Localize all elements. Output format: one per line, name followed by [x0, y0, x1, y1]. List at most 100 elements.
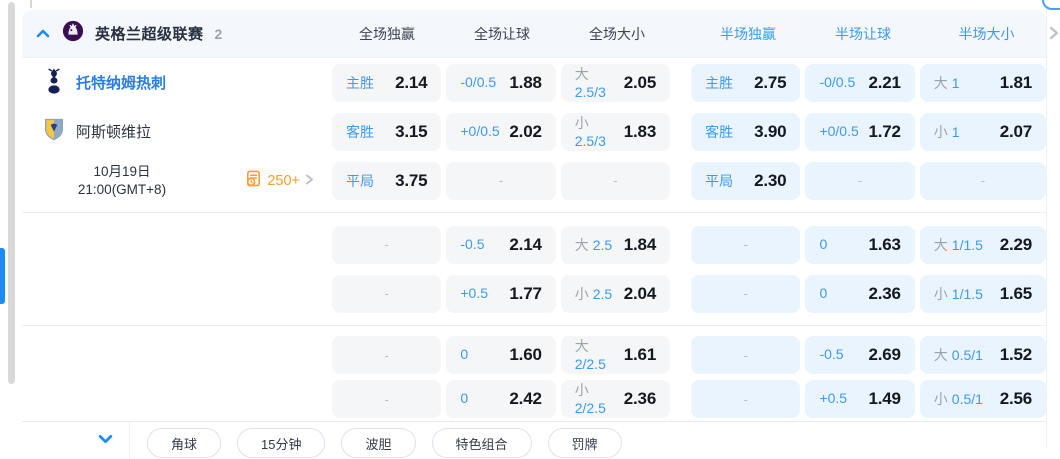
odds-cell[interactable]: +0.5 1.49 — [805, 380, 915, 418]
odds-value: 3.75 — [395, 170, 428, 190]
market-tab-3[interactable]: 波胆 — [341, 428, 416, 458]
odds-cell[interactable]: 小2.5/3 1.83 — [560, 112, 671, 151]
odds-selection-label: +0.5 — [460, 284, 488, 301]
odds-body: 托特纳姆热刺 主胜 2.14 -0/0.5 1.88 大2.5/3 2.05 主胜 2.75 -0… — [22, 58, 1047, 421]
odds-cell[interactable]: 小2/2.5 2.36 — [560, 380, 671, 418]
odds-selection-label: 大2/2.5 — [574, 338, 606, 372]
odds-cell[interactable]: 0 2.36 — [805, 274, 915, 313]
column-header-2: 全场让球 — [474, 25, 530, 42]
dash: - — [498, 173, 504, 188]
odds-selection-label: 主胜 — [346, 74, 374, 91]
away-team-name[interactable]: 阿斯顿维拉 — [76, 121, 151, 142]
odds-cell[interactable]: 小 1/1.5 1.65 — [919, 274, 1047, 313]
odds-value: 2.36 — [868, 283, 901, 303]
odds-selection-label: -0.5 — [460, 235, 485, 252]
odds-cell[interactable]: 大2/2.5 1.61 — [560, 336, 671, 374]
odds-cell[interactable]: 小 2.5 2.04 — [560, 274, 671, 313]
selected-chip-edge — [1042, 0, 1060, 10]
aston-villa-crest-icon — [44, 118, 64, 146]
league-header-left: 英格兰超级联赛 2 — [22, 20, 332, 47]
odds-selection-label: -0.5 — [819, 346, 844, 362]
chevron-right-icon — [305, 172, 314, 190]
odds-cell[interactable]: 小 0.5/1 2.56 — [919, 380, 1047, 418]
odds-cell[interactable]: 大 2.5 1.84 — [560, 225, 671, 264]
dash: - — [384, 237, 389, 252]
odds-cell[interactable]: 大 1 1.81 — [919, 63, 1047, 102]
market-tab-5[interactable]: 罚牌 — [547, 428, 622, 458]
odds-cell[interactable]: -0/0.5 1.88 — [446, 63, 556, 102]
scrollbar-thumb[interactable] — [8, 2, 15, 384]
odds-cell[interactable]: -0.5 2.69 — [805, 336, 915, 374]
odds-selection-label: -0/0.5 — [819, 73, 856, 90]
odds-selection-label: 大 2.5 — [574, 236, 613, 253]
league-header: 英格兰超级联赛 2 全场独赢 全场让球 全场大小 半场独赢 半场让球 半场大小 — [22, 10, 1046, 58]
league-name: 英格兰超级联赛 — [95, 26, 204, 43]
odds-value: 2.14 — [509, 234, 542, 254]
odds-selection-label: 客胜 — [705, 123, 734, 140]
odds-cell-empty: - — [691, 274, 801, 313]
odds-cell-empty: - — [332, 225, 442, 264]
odds-cell[interactable]: 平局 2.30 — [691, 161, 801, 200]
odds-cell[interactable]: 大2.5/3 2.05 — [560, 63, 671, 102]
odds-cell[interactable]: +0/0.5 1.72 — [805, 112, 915, 151]
column-headers: 全场独赢 全场让球 全场大小 半场独赢 半场让球 半场大小 — [332, 24, 1050, 44]
odds-cell[interactable]: 0 1.60 — [446, 336, 556, 374]
odds-cell[interactable]: 主胜 2.14 — [332, 63, 442, 102]
odds-cell[interactable]: 0 2.42 — [446, 380, 556, 418]
odds-row: 10月19日 21:00(GMT+8) 250+ 平局 3.75 - - 平局 2.30 - - — [22, 156, 1047, 205]
market-tab-1[interactable]: 角球 — [147, 428, 222, 458]
row-left-area: 托特纳姆热刺 — [22, 67, 332, 99]
odds-selection-label: 平局 — [705, 172, 734, 189]
market-tabs: 角球 15分钟 波胆 特色组合 罚牌 — [147, 422, 622, 458]
column-header-5: 半场让球 — [835, 25, 891, 42]
chevron-up-icon[interactable] — [35, 26, 51, 42]
dash: - — [743, 286, 748, 301]
odds-cell[interactable]: -0.5 2.14 — [446, 225, 556, 264]
odds-value: 2.21 — [868, 72, 901, 92]
chevron-down-icon[interactable] — [97, 430, 114, 447]
dash: - — [980, 173, 986, 188]
odds-cell[interactable]: 小 1 2.07 — [919, 112, 1047, 151]
odds-value: 1.65 — [999, 283, 1033, 303]
extra-markets-link[interactable]: 250+ — [245, 170, 314, 192]
odds-cell[interactable]: 平局 3.75 — [332, 161, 442, 200]
odds-cell[interactable]: 客胜 3.15 — [332, 112, 442, 151]
home-team-name[interactable]: 托特纳姆热刺 — [76, 72, 166, 93]
odds-selection-label: +0/0.5 — [460, 122, 500, 139]
market-tab-2[interactable]: 15分钟 — [237, 428, 326, 458]
odds-cell[interactable]: +0.5 1.77 — [446, 274, 556, 313]
league-panel: 英格兰超级联赛 2 全场独赢 全场让球 全场大小 半场独赢 半场让球 半场大小 托特纳姆热… — [22, 10, 1047, 459]
odds-value: 1.83 — [623, 121, 657, 141]
odds-selection-label: 大1 — [933, 74, 960, 91]
odds-cell[interactable]: 客胜 3.90 — [691, 112, 801, 151]
odds-selection-label: 小2/2.5 — [574, 382, 606, 416]
odds-row: 托特纳姆热刺 主胜 2.14 -0/0.5 1.88 大2.5/3 2.05 主胜 2.75 -0… — [22, 58, 1047, 107]
odds-value: 2.42 — [509, 389, 542, 408]
odds-cell[interactable]: +0/0.5 2.02 — [446, 112, 556, 151]
market-tab-4[interactable]: 特色组合 — [431, 428, 532, 458]
more-markets-bar: 角球 15分钟 波胆 特色组合 罚牌 — [22, 421, 1046, 459]
row-left-area: 阿斯顿维拉 — [22, 118, 332, 146]
odds-value: 2.07 — [999, 121, 1033, 141]
odds-value: 1.77 — [509, 283, 542, 303]
odds-selection-label: -0/0.5 — [460, 73, 497, 90]
row-left-area: 10月19日 21:00(GMT+8) 250+ — [22, 163, 332, 199]
league-match-count: 2 — [214, 25, 223, 42]
dash: - — [384, 347, 389, 363]
odds-value: 2.69 — [868, 345, 901, 364]
odds-cell[interactable]: -0/0.5 2.21 — [805, 63, 915, 102]
odds-cell[interactable]: 大 1/1.5 2.29 — [919, 225, 1047, 264]
odds-value: 1.60 — [509, 345, 542, 364]
dash: - — [743, 347, 748, 363]
odds-cell[interactable]: 大 0.5/1 1.52 — [919, 336, 1047, 374]
odds-cell[interactable]: 主胜 2.75 — [691, 63, 801, 102]
odds-value: 1.72 — [868, 121, 901, 141]
odds-selection-label: 大 0.5/1 — [933, 347, 983, 363]
odds-selection-label: +0.5 — [819, 390, 848, 406]
dash: - — [743, 237, 748, 252]
odds-selection-label: 小 1/1.5 — [933, 285, 983, 302]
odds-value: 3.90 — [754, 121, 787, 141]
chevron-right-icon[interactable] — [1048, 26, 1060, 45]
dash: - — [384, 286, 389, 301]
odds-cell[interactable]: 0 1.63 — [805, 225, 915, 264]
